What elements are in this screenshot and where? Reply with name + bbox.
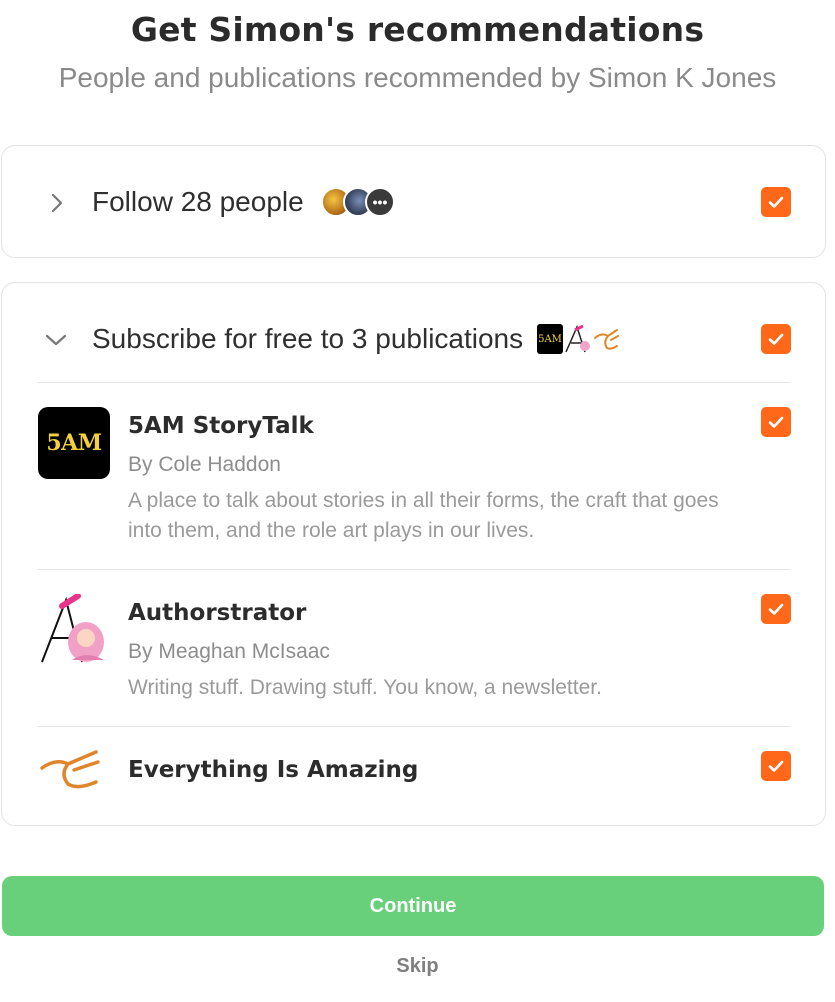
publication-name: 5AM StoryTalk: [128, 413, 314, 439]
divider: [38, 382, 791, 383]
checkmark-icon: [768, 416, 784, 428]
subscribe-publications-label: Subscribe for free to 3 publications: [92, 323, 524, 354]
publication-logo-amazing-icon: [40, 750, 100, 789]
publication-author: By Meaghan McIsaac: [128, 640, 330, 663]
chevron-right-icon[interactable]: [44, 191, 68, 215]
subscribe-all-checkbox[interactable]: [761, 324, 791, 354]
publication-name: Everything Is Amazing: [128, 757, 419, 783]
publication-logo-5am: 5AM: [38, 407, 110, 479]
mini-logo-5am: 5AM: [537, 324, 563, 354]
more-glyph: •••: [372, 194, 388, 210]
publication-checkbox-authorstrator[interactable]: [761, 594, 791, 624]
checkmark-icon: [768, 333, 784, 345]
publication-description: Writing stuff. Drawing stuff. You know, …: [128, 676, 602, 699]
follow-people-checkbox[interactable]: [761, 187, 791, 217]
page-title: Get Simon's recommendations: [130, 10, 705, 49]
publication-mini-logos: 5AM: [537, 324, 621, 354]
publication-logo-authorstrator-icon: [41, 594, 104, 663]
more-icon: •••: [365, 187, 395, 217]
skip-link[interactable]: Skip: [0, 955, 835, 978]
checkmark-icon: [768, 603, 784, 615]
divider: [38, 569, 791, 570]
divider: [38, 726, 791, 727]
people-avatars: •••: [321, 187, 395, 217]
continue-button[interactable]: Continue: [2, 876, 824, 936]
mini-logo-authorstrator-icon: [565, 324, 590, 353]
follow-people-label: Follow 28 people: [92, 186, 304, 217]
publication-description: A place to talk about stories in all the…: [128, 489, 719, 542]
chevron-down-icon[interactable]: [44, 328, 68, 352]
subscribe-publications-card: Subscribe for free to 3 publications 5AM…: [1, 282, 826, 826]
page-subtitle: People and publications recommended by S…: [58, 62, 777, 93]
mini-logo-amazing-icon: [594, 329, 619, 350]
follow-people-card[interactable]: Follow 28 people •••: [1, 145, 826, 258]
checkmark-icon: [768, 196, 784, 208]
publication-checkbox-5am-storytalk[interactable]: [761, 407, 791, 437]
publication-name: Authorstrator: [128, 600, 307, 626]
publication-author: By Cole Haddon: [128, 453, 281, 476]
publication-checkbox-everything-is-amazing[interactable]: [761, 751, 791, 781]
checkmark-icon: [768, 760, 784, 772]
